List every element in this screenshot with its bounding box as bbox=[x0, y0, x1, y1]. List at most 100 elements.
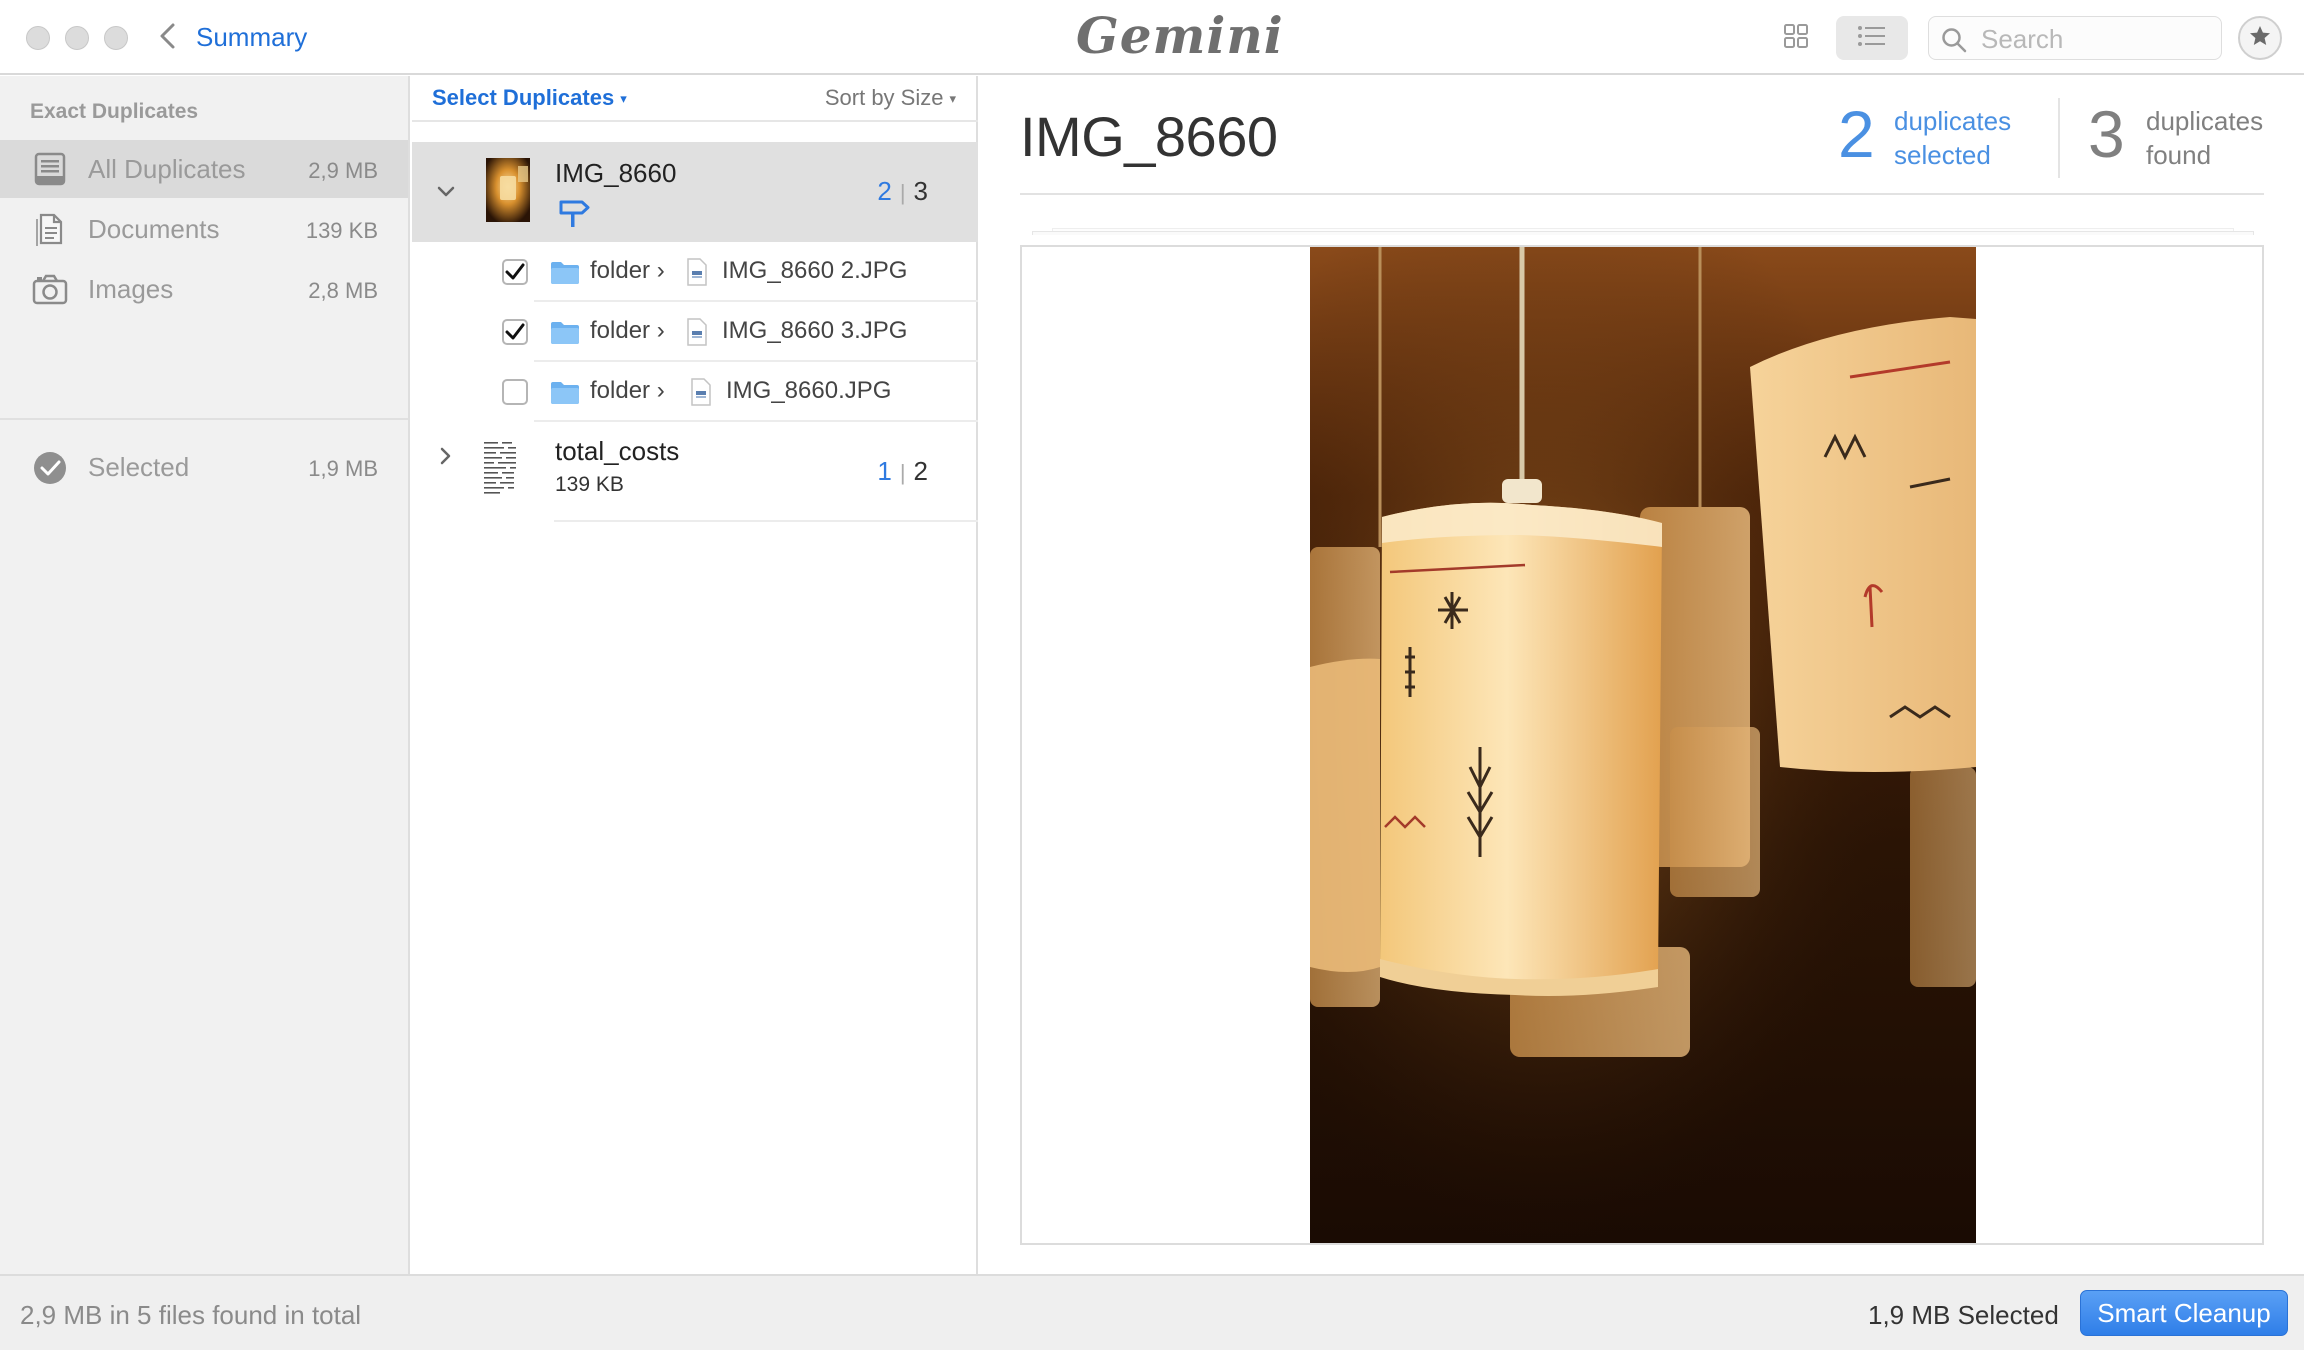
duplicates-list-pane: Select Duplicates ▾ Sort by Size ▾ IMG_866… bbox=[412, 76, 978, 1274]
duplicates-found-stat: 3 duplicates found bbox=[2088, 98, 2288, 178]
image-preview[interactable] bbox=[1020, 245, 2264, 1245]
grid-view-icon bbox=[1783, 23, 1809, 54]
folder-name: folder bbox=[590, 377, 651, 404]
select-duplicates-menu[interactable]: Select Duplicates ▾ bbox=[432, 85, 627, 111]
minimize-window-button[interactable] bbox=[65, 26, 89, 50]
found-caption-line-2: found bbox=[2146, 140, 2212, 170]
close-window-button[interactable] bbox=[26, 26, 50, 50]
sidebar: Exact Duplicates All Duplicates 2,9 MB D… bbox=[0, 76, 410, 1274]
sidebar-item-documents[interactable]: Documents 139 KB bbox=[0, 200, 408, 258]
selected-count: 1 bbox=[877, 456, 892, 486]
sidebar-item-size: 1,9 MB bbox=[308, 456, 378, 481]
duplicate-group-total-costs[interactable]: total_costs 139 KB 1 | 2 bbox=[412, 422, 978, 522]
sidebar-item-size: 2,9 MB bbox=[308, 158, 378, 183]
list-header: Select Duplicates ▾ Sort by Size ▾ bbox=[412, 76, 978, 122]
file-name: IMG_8660.JPG bbox=[726, 377, 892, 404]
found-caption: duplicates found bbox=[2146, 104, 2263, 172]
sort-by-menu[interactable]: Sort by Size ▾ bbox=[825, 85, 956, 111]
file-checkbox[interactable] bbox=[502, 319, 528, 345]
chevron-right-icon[interactable] bbox=[434, 444, 458, 468]
image-file-icon bbox=[686, 318, 708, 351]
sidebar-item-size: 139 KB bbox=[305, 218, 378, 243]
duplicate-group-img-8660[interactable]: IMG_8660 2 | 3 bbox=[412, 142, 978, 242]
camera-icon bbox=[32, 272, 68, 306]
grid-view-button[interactable] bbox=[1760, 16, 1832, 60]
checkmark-icon bbox=[505, 263, 525, 280]
tray-icon bbox=[32, 152, 68, 186]
sidebar-item-label: Documents bbox=[88, 214, 220, 244]
image-file-icon bbox=[686, 258, 708, 291]
sidebar-item-label: Images bbox=[88, 274, 174, 304]
sidebar-item-selected[interactable]: Selected 1,9 MB bbox=[0, 438, 408, 496]
total-count: 3 bbox=[913, 176, 928, 206]
search-field[interactable] bbox=[1928, 16, 2222, 60]
sidebar-item-all-duplicates[interactable]: All Duplicates 2,9 MB bbox=[0, 140, 408, 198]
stat-divider bbox=[2058, 98, 2060, 178]
selected-summary: 1,9 MB Selected bbox=[1868, 1300, 2059, 1330]
sidebar-item-images[interactable]: Images 2,8 MB bbox=[0, 260, 408, 318]
duplicate-count: 1 | 2 bbox=[877, 456, 928, 487]
list-view-icon bbox=[1857, 24, 1887, 53]
list-view-button[interactable] bbox=[1836, 16, 1908, 60]
folder-label: folder › bbox=[590, 317, 665, 344]
group-size: 139 KB bbox=[555, 473, 624, 496]
search-input[interactable] bbox=[1981, 23, 2211, 55]
folder-icon bbox=[550, 381, 580, 410]
checkmark-circle-icon bbox=[32, 450, 68, 484]
title-bar: Summary Gemini bbox=[0, 0, 2304, 75]
status-bar: 2,9 MB in 5 files found in total 1,9 MB … bbox=[0, 1274, 2304, 1350]
folder-icon bbox=[550, 321, 580, 350]
favorites-button[interactable] bbox=[2238, 16, 2282, 60]
file-checkbox[interactable] bbox=[502, 379, 528, 405]
back-button[interactable] bbox=[150, 20, 186, 56]
smart-cleanup-button[interactable]: Smart Cleanup bbox=[2080, 1290, 2288, 1336]
selected-caption: duplicates selected bbox=[1894, 104, 2011, 172]
sidebar-item-label: All Duplicates bbox=[88, 154, 246, 184]
count-separator: | bbox=[899, 460, 906, 485]
duplicate-count: 2 | 3 bbox=[877, 176, 928, 207]
selected-caption-line-1: duplicates bbox=[1894, 106, 2012, 136]
zoom-window-button[interactable] bbox=[104, 26, 128, 50]
found-caption-line-1: duplicates bbox=[2146, 106, 2264, 136]
chevron-left-icon bbox=[158, 22, 178, 55]
back-to-summary-link[interactable]: Summary bbox=[196, 22, 307, 53]
folder-label: folder › bbox=[590, 377, 665, 404]
sidebar-item-size: 2,8 MB bbox=[308, 278, 378, 303]
file-row[interactable]: folder › IMG_8660 2.JPG bbox=[412, 242, 978, 302]
file-name: IMG_8660 2.JPG bbox=[722, 257, 908, 284]
checkmark-icon bbox=[505, 323, 525, 340]
sidebar-heading: Exact Duplicates bbox=[30, 100, 199, 123]
total-summary: 2,9 MB in 5 files found in total bbox=[20, 1300, 362, 1330]
folder-name: folder bbox=[590, 317, 651, 344]
duplicates-selected-stat: 2 duplicates selected bbox=[1838, 98, 2038, 178]
document-thumbnail bbox=[478, 436, 538, 500]
group-name: total_costs bbox=[555, 436, 680, 466]
image-file-icon bbox=[690, 378, 712, 411]
file-row[interactable]: folder › IMG_8660.JPG bbox=[412, 362, 978, 422]
preview-pane: IMG_8660 2 duplicates selected 3 duplicat… bbox=[980, 76, 2304, 1274]
app-logo: Gemini bbox=[1076, 6, 1284, 65]
folder-icon bbox=[550, 261, 580, 290]
row-divider bbox=[554, 520, 978, 522]
signpost-icon bbox=[558, 198, 590, 233]
sidebar-item-label: Selected bbox=[88, 452, 190, 482]
file-name: IMG_8660 3.JPG bbox=[722, 317, 908, 344]
total-count: 2 bbox=[913, 456, 928, 486]
count-separator: | bbox=[899, 180, 906, 205]
preview-title: IMG_8660 bbox=[1020, 105, 1278, 168]
preview-photo bbox=[1310, 247, 1976, 1243]
folder-label: folder › bbox=[590, 257, 665, 284]
dropdown-caret-icon: ▾ bbox=[949, 91, 956, 107]
file-row[interactable]: folder › IMG_8660 3.JPG bbox=[412, 302, 978, 362]
found-number: 3 bbox=[2088, 97, 2125, 171]
file-checkbox[interactable] bbox=[502, 259, 528, 285]
selected-number: 2 bbox=[1838, 97, 1875, 171]
star-icon bbox=[2248, 24, 2272, 53]
selected-caption-line-2: selected bbox=[1894, 140, 1991, 170]
chevron-down-icon[interactable] bbox=[434, 180, 458, 204]
sidebar-divider bbox=[0, 418, 408, 420]
folder-name: folder bbox=[590, 257, 651, 284]
sort-by-label: Sort by Size bbox=[824, 85, 944, 110]
title-divider bbox=[1020, 193, 2264, 195]
group-name: IMG_8660 bbox=[555, 158, 677, 188]
